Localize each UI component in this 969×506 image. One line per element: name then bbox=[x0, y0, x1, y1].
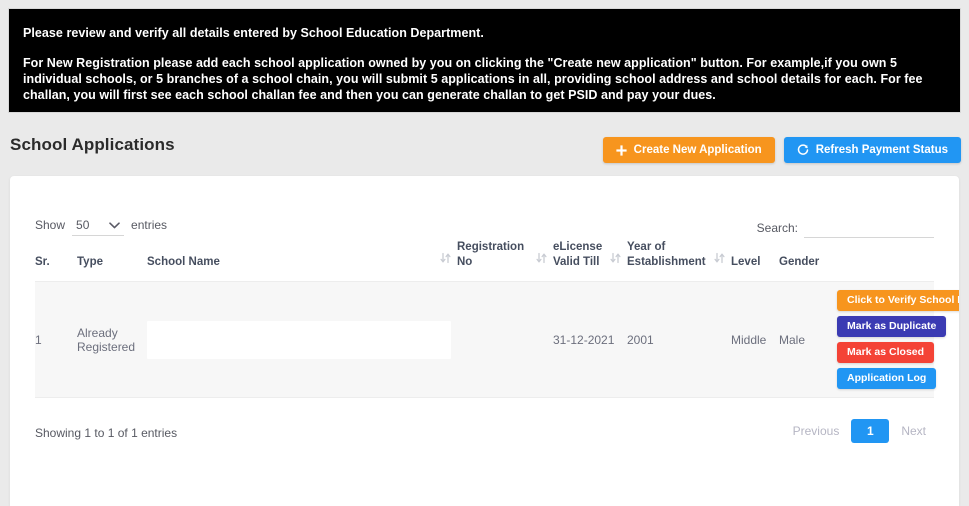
page-title: School Applications bbox=[10, 135, 175, 154]
column-header-elicense-valid-till[interactable]: eLicense Valid Till bbox=[553, 240, 627, 282]
cell-type: Already Registered bbox=[77, 281, 147, 398]
column-label-school-name: School Name bbox=[147, 256, 220, 268]
pagination: Previous 1 Next bbox=[785, 419, 934, 443]
pagination-next[interactable]: Next bbox=[893, 419, 934, 443]
application-log-button[interactable]: Application Log bbox=[837, 368, 937, 389]
row-action-buttons: Click to Verify School Profile Mark as D… bbox=[837, 290, 959, 389]
verify-school-profile-button[interactable]: Click to Verify School Profile bbox=[837, 290, 959, 311]
notice-line-registration: For New Registration please add each sch… bbox=[23, 56, 923, 102]
mark-as-closed-button[interactable]: Mark as Closed bbox=[837, 342, 935, 363]
create-new-application-label: Create New Application bbox=[633, 144, 762, 156]
search-label: Search: bbox=[756, 220, 798, 235]
cell-registration-no bbox=[457, 281, 553, 398]
sort-icon bbox=[610, 252, 621, 270]
page-length-control: Show 50 entries bbox=[35, 218, 167, 236]
applications-card: Show 50 entries Search: Sr. Type School … bbox=[10, 176, 959, 506]
column-header-actions bbox=[837, 240, 934, 282]
column-label-gender: Gender bbox=[779, 256, 820, 268]
show-label: Show bbox=[35, 218, 66, 232]
school-applications-table: Sr. Type School Name Registration No eLi… bbox=[35, 240, 959, 398]
create-new-application-button[interactable]: Create New Application bbox=[602, 137, 775, 163]
cell-sr: 1 bbox=[35, 281, 77, 398]
column-label-registration-no: Registration No bbox=[457, 241, 525, 268]
chevron-down-icon bbox=[109, 218, 120, 232]
mark-as-duplicate-button[interactable]: Mark as Duplicate bbox=[837, 316, 947, 337]
cell-gender: Male bbox=[779, 281, 837, 398]
column-label-sr: Sr. bbox=[35, 256, 50, 268]
table-controls: Show 50 entries Search: bbox=[35, 176, 934, 240]
column-header-sr[interactable]: Sr. bbox=[35, 240, 77, 282]
column-header-registration-no[interactable]: Registration No bbox=[457, 240, 553, 282]
column-header-type[interactable]: Type bbox=[77, 240, 147, 282]
column-header-school-name[interactable]: School Name bbox=[147, 240, 457, 282]
cell-school-name bbox=[147, 281, 457, 398]
search-control: Search: bbox=[757, 218, 934, 238]
table-head: Sr. Type School Name Registration No eLi… bbox=[35, 240, 934, 282]
column-label-level: Level bbox=[731, 256, 761, 268]
table-body: 1 Already Registered 31-12-2021 2001 Mid… bbox=[35, 281, 959, 398]
cell-elicense-valid-till: 31-12-2021 bbox=[553, 281, 627, 398]
plus-icon bbox=[616, 144, 627, 156]
column-header-level[interactable]: Level bbox=[731, 240, 779, 282]
entries-info: Showing 1 to 1 of 1 entries bbox=[35, 426, 178, 440]
refresh-icon bbox=[797, 144, 809, 156]
sort-icon bbox=[714, 252, 725, 270]
sort-icon bbox=[440, 252, 451, 270]
column-header-year-of-establishment[interactable]: Year of Establishment bbox=[627, 240, 731, 282]
pagination-page-1[interactable]: 1 bbox=[851, 419, 890, 443]
table-row: 1 Already Registered 31-12-2021 2001 Mid… bbox=[35, 281, 959, 398]
notice-banner: Please review and verify all details ent… bbox=[8, 8, 961, 113]
page-length-value: 50 bbox=[76, 218, 90, 232]
cell-level: Middle bbox=[731, 281, 779, 398]
page-header: School Applications Create New Applicati… bbox=[0, 121, 969, 176]
pagination-previous[interactable]: Previous bbox=[785, 419, 848, 443]
column-label-year-of-establishment: Year of Establishment bbox=[627, 241, 706, 268]
page-length-select[interactable]: 50 bbox=[72, 218, 125, 236]
search-input[interactable] bbox=[804, 218, 934, 238]
column-label-elicense-valid-till: eLicense Valid Till bbox=[553, 241, 603, 268]
entries-label: entries bbox=[131, 218, 168, 232]
refresh-payment-status-button[interactable]: Refresh Payment Status bbox=[783, 137, 961, 163]
table-footer: Showing 1 to 1 of 1 entries Previous 1 N… bbox=[35, 398, 934, 456]
sort-icon bbox=[536, 252, 547, 270]
table-header-row: Sr. Type School Name Registration No eLi… bbox=[35, 240, 934, 282]
column-header-gender[interactable]: Gender bbox=[779, 240, 837, 282]
school-name-redacted bbox=[147, 320, 451, 359]
header-actions: Create New Application Refresh Payment S… bbox=[602, 137, 961, 163]
cell-actions: Click to Verify School Profile Mark as D… bbox=[837, 281, 959, 398]
refresh-payment-status-label: Refresh Payment Status bbox=[815, 144, 948, 156]
cell-year-of-establishment: 2001 bbox=[627, 281, 731, 398]
notice-line-review: Please review and verify all details ent… bbox=[23, 26, 484, 40]
column-label-type: Type bbox=[77, 256, 103, 268]
